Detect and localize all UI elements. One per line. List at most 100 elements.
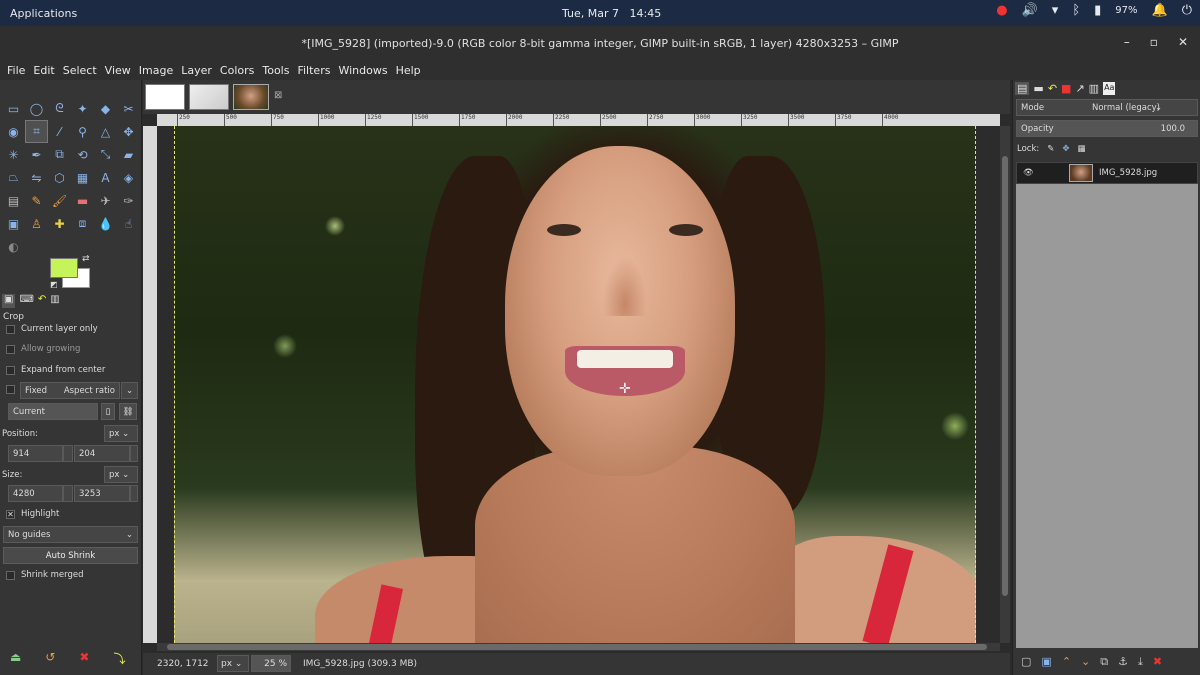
size-width-field[interactable]: 4280 (8, 485, 63, 502)
perspective-icon[interactable]: ⏢ (2, 166, 25, 189)
fixed-dropdown[interactable]: Fixed Aspect ratio (20, 382, 120, 399)
restore-options-icon[interactable]: ↺ (45, 650, 55, 667)
aspect-chain-icon[interactable]: ⛓ (119, 403, 137, 420)
notifications-icon[interactable]: 🔔 (1152, 3, 1168, 18)
applications-menu[interactable]: Applications (10, 7, 77, 20)
align-icon[interactable]: ✳ (2, 143, 25, 166)
pencil-icon[interactable]: ✎ (25, 189, 48, 212)
size-height-spinner[interactable] (130, 485, 138, 502)
zoom-select[interactable]: 25 % (251, 655, 291, 672)
mypaint-brush-icon[interactable]: ▣ (2, 212, 25, 235)
battery-icon[interactable]: ▮ (1094, 3, 1101, 18)
ink-icon[interactable]: ✑ (117, 189, 140, 212)
menu-select[interactable]: Select (59, 60, 101, 80)
images-tab-icon[interactable]: ▥ (50, 294, 59, 308)
move-icon[interactable]: ✥ (117, 120, 140, 143)
position-y-field[interactable]: 204 (74, 445, 130, 462)
lower-layer-icon[interactable]: ⌄ (1081, 655, 1090, 669)
menu-tools[interactable]: Tools (258, 60, 293, 80)
vertical-scrollbar[interactable] (1000, 126, 1010, 643)
maximize-button[interactable]: ▫ (1150, 35, 1158, 49)
save-options-icon[interactable]: ⏏ (10, 650, 21, 667)
bluetooth-icon[interactable]: ᛒ (1072, 3, 1080, 18)
patterns-tab-icon[interactable]: ▥ (1089, 82, 1099, 95)
expand-from-center-option[interactable]: Expand from center (6, 365, 105, 375)
swap-colors-icon[interactable]: ⇄ (82, 254, 90, 264)
close-button[interactable]: ✕ (1178, 35, 1188, 49)
menu-help[interactable]: Help (392, 60, 425, 80)
paths-tab-icon[interactable]: ↗ (1075, 82, 1084, 95)
fixed-option[interactable] (6, 385, 15, 394)
gradient-icon[interactable]: ▤ (2, 189, 25, 212)
text-icon[interactable]: A (94, 166, 117, 189)
anchor-layer-icon[interactable]: ⚓ (1118, 655, 1128, 669)
reset-options-icon[interactable]: ⤵ (113, 650, 125, 667)
smudge-icon[interactable]: ☝ (117, 212, 140, 235)
foreground-color-swatch[interactable] (50, 258, 78, 278)
scale-icon[interactable]: ⤡ (94, 143, 117, 166)
size-height-field[interactable]: 3253 (74, 485, 130, 502)
vertical-ruler[interactable] (143, 126, 157, 643)
position-unit-select[interactable]: px ⌄ (104, 425, 138, 442)
rect-select-icon[interactable]: ▭ (2, 97, 25, 120)
measure-icon[interactable]: △ (94, 120, 117, 143)
merge-layer-icon[interactable]: ⤓ (1138, 655, 1143, 669)
power-icon[interactable]: ⏻ (1182, 3, 1192, 18)
layers-list-empty[interactable] (1016, 184, 1198, 648)
unit-select[interactable]: px ⌄ (217, 655, 249, 672)
select-by-color-icon[interactable]: ◆ (94, 97, 117, 120)
fixed-dropdown-arrow[interactable]: ⌄ (121, 382, 138, 399)
menu-edit[interactable]: Edit (29, 60, 58, 80)
checkbox[interactable] (6, 344, 15, 354)
free-select-icon[interactable]: ᘓ (48, 97, 71, 120)
flip-icon[interactable]: ⇋ (25, 166, 48, 189)
size-unit-select[interactable]: px ⌄ (104, 466, 138, 483)
guides-dropdown[interactable]: No guides ⌄ (3, 526, 138, 543)
position-y-spinner[interactable] (130, 445, 138, 462)
size-width-spinner[interactable] (63, 485, 73, 502)
bucket-fill-icon[interactable]: ◈ (117, 166, 140, 189)
shrink-merged-option[interactable]: Shrink merged (6, 570, 84, 580)
menu-colors[interactable]: Colors (216, 60, 258, 80)
highlight-option[interactable]: ✕ Highlight (6, 509, 59, 519)
layers-tab-icon[interactable]: ▤ (1015, 82, 1030, 95)
foreground-select-icon[interactable]: ◉ (2, 120, 25, 143)
fonts-tab-icon[interactable]: Aa (1103, 82, 1116, 95)
unified-transform-icon[interactable]: ⧉ (48, 143, 71, 166)
image-canvas[interactable]: ✛ (174, 126, 976, 643)
channels-tab-icon[interactable]: ▬ (1033, 82, 1043, 95)
mode-row[interactable]: Mode Normal (legacy) ⌄ (1016, 99, 1198, 116)
device-status-tab-icon[interactable]: ⌨ (19, 294, 33, 308)
cage-transform-icon[interactable]: ⬡ (48, 166, 71, 189)
scissors-select-icon[interactable]: ✂ (117, 97, 140, 120)
shear-icon[interactable]: ▰ (117, 143, 140, 166)
menu-windows[interactable]: Windows (334, 60, 391, 80)
layer-name[interactable]: IMG_5928.jpg (1099, 168, 1157, 178)
menu-image[interactable]: Image (135, 60, 177, 80)
current-aspect-field[interactable]: Current (8, 403, 98, 420)
brushes-tab-icon[interactable]: ■ (1061, 82, 1071, 95)
crop-tool-icon[interactable]: ⌗ (25, 120, 48, 143)
layer-row[interactable]: 👁 IMG_5928.jpg (1016, 162, 1198, 184)
lock-pixels-icon[interactable]: ✎ (1047, 144, 1054, 154)
color-picker-icon[interactable]: ⁄ (48, 120, 71, 143)
portrait-landscape-icon[interactable]: ▯ (101, 403, 115, 420)
lock-alpha-icon[interactable]: ▦ (1078, 144, 1086, 154)
undo-tab-icon[interactable]: ↶ (1048, 82, 1057, 95)
menu-file[interactable]: File (3, 60, 29, 80)
volume-icon[interactable]: 🔊 (1022, 3, 1038, 18)
default-colors-icon[interactable]: ◩ (50, 280, 58, 289)
perspective-clone-icon[interactable]: ⧈ (71, 212, 94, 235)
allow-growing-option[interactable]: Allow growing (6, 344, 80, 354)
horizontal-scrollbar[interactable] (157, 643, 1000, 651)
position-x-field[interactable]: 914 (8, 445, 63, 462)
menu-layer[interactable]: Layer (177, 60, 216, 80)
dodge-burn-icon[interactable]: ◐ (2, 235, 25, 258)
image-tab-texture[interactable] (189, 84, 229, 110)
ellipse-select-icon[interactable]: ◯ (25, 97, 48, 120)
checkbox[interactable] (6, 570, 15, 580)
horizontal-ruler[interactable]: 250 500 750 1000 1250 1500 1750 2000 225… (157, 114, 1000, 126)
opacity-row[interactable]: Opacity 100.0 (1016, 120, 1198, 137)
lock-position-icon[interactable]: ✥ (1062, 144, 1069, 154)
undo-history-tab-icon[interactable]: ↶ (38, 294, 46, 308)
